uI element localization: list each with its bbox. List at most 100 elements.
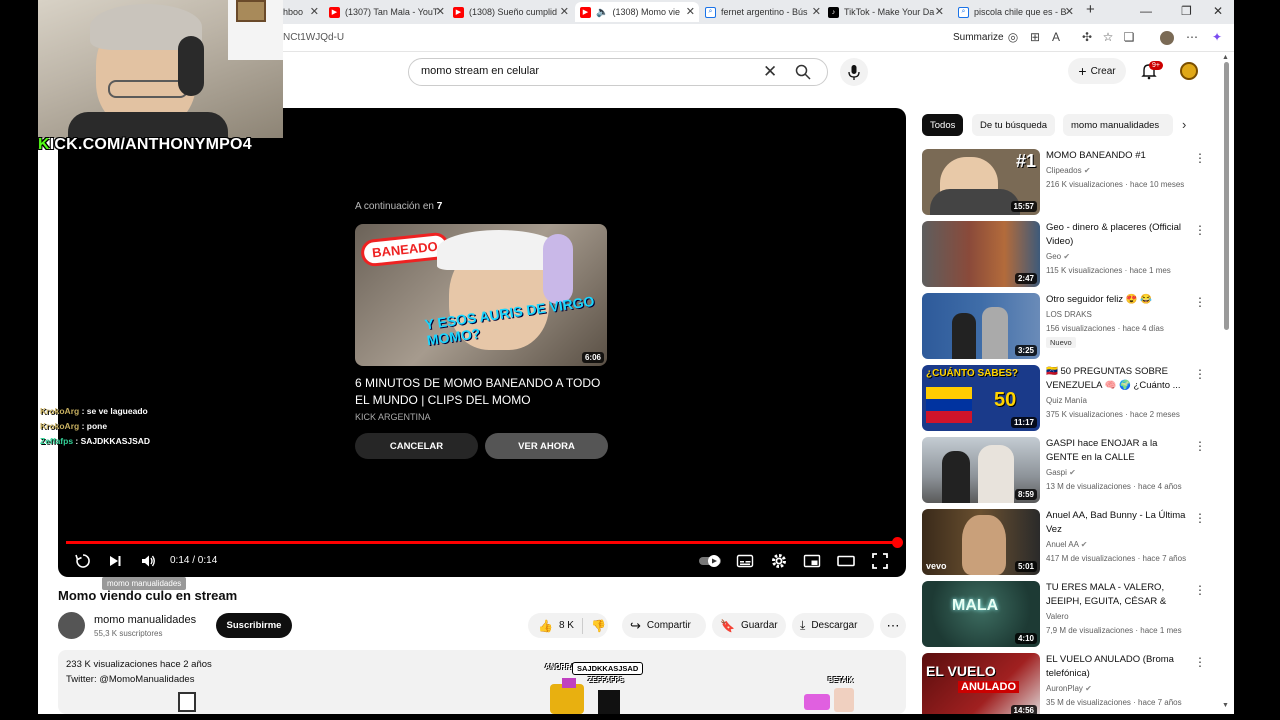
- close-icon[interactable]: ✕: [310, 5, 319, 18]
- video-player[interactable]: A continuación en 7 BANEADO Y ESOS AURIS…: [58, 108, 906, 577]
- browser-tab[interactable]: ⌕ piscola chile que es - B ✕: [958, 2, 1074, 22]
- extensions-icon[interactable]: ✣: [1080, 30, 1094, 44]
- more-icon[interactable]: ⋯: [1185, 30, 1199, 44]
- reader-icon[interactable]: ⊞: [1028, 30, 1042, 44]
- close-icon[interactable]: ✕: [935, 5, 944, 18]
- video-thumbnail[interactable]: EL VUELO ANULADO 14:56: [922, 653, 1040, 714]
- like-button[interactable]: 👍 8 K: [528, 619, 574, 633]
- recommendation-meta: 375 K visualizaciones · hace 2 meses: [1046, 410, 1180, 419]
- chip-momo-manualidades[interactable]: momo manualidades: [1063, 114, 1173, 136]
- miniplayer-icon[interactable]: [803, 552, 821, 570]
- volume-icon[interactable]: [139, 552, 157, 570]
- share-button[interactable]: ↪ Compartir: [622, 613, 706, 638]
- favorites-icon[interactable]: ☆: [1101, 30, 1115, 44]
- subtitles-icon[interactable]: [736, 552, 754, 570]
- channel-avatar[interactable]: [58, 612, 85, 639]
- fullscreen-icon[interactable]: [871, 552, 889, 570]
- more-vert-icon[interactable]: ⋮: [1194, 655, 1206, 669]
- channel-name[interactable]: momo manualidades: [94, 614, 196, 626]
- browser-tab[interactable]: hboo ✕: [283, 2, 319, 22]
- theater-mode-icon[interactable]: [837, 552, 855, 570]
- scrollbar[interactable]: [1224, 62, 1229, 330]
- cancel-button[interactable]: CANCELAR: [355, 433, 478, 459]
- save-button[interactable]: 🔖 Guardar: [712, 613, 786, 638]
- verified-icon: ✔: [1069, 468, 1076, 477]
- more-vert-icon[interactable]: ⋮: [1194, 223, 1206, 237]
- watch-now-button[interactable]: VER AHORA: [485, 433, 608, 459]
- browser-tab[interactable]: ▶ (1308) Sueño cumplid ✕: [453, 2, 569, 22]
- more-actions-button[interactable]: ⋯: [880, 613, 906, 638]
- next-icon[interactable]: [106, 552, 124, 570]
- scroll-up-icon[interactable]: ▲: [1222, 54, 1229, 61]
- more-vert-icon[interactable]: ⋮: [1194, 511, 1206, 525]
- search-box[interactable]: ✕: [408, 58, 828, 86]
- duration-badge: 6:06: [581, 352, 604, 363]
- close-icon[interactable]: ✕: [686, 5, 695, 18]
- recommendation-item[interactable]: MALA 4:10 TU ERES MALA - VALERO, JEEIPH,…: [922, 581, 1206, 649]
- close-window-button[interactable]: ✕: [1213, 4, 1223, 18]
- search-icon[interactable]: [795, 64, 811, 80]
- more-vert-icon[interactable]: ⋮: [1194, 151, 1206, 165]
- summarize-icon[interactable]: ◎: [1006, 30, 1020, 44]
- progress-bar[interactable]: [66, 537, 903, 548]
- upnext-title[interactable]: 6 MINUTOS DE MOMO BANEANDO A TODO EL MUN…: [355, 375, 607, 409]
- upnext-thumbnail[interactable]: BANEADO Y ESOS AURIS DE VIRGO MOMO? 6:06: [355, 224, 607, 366]
- upnext-label: A continuación en 7: [355, 201, 443, 212]
- video-thumbnail[interactable]: 3:25: [922, 293, 1040, 359]
- progress-scrubber[interactable]: [892, 537, 903, 548]
- close-icon[interactable]: ✕: [1065, 5, 1074, 18]
- recommendation-item[interactable]: ¿CUÁNTO SABES? 50 11:17 🇻🇪 50 PREGUNTAS …: [922, 365, 1206, 433]
- browser-tab-active[interactable]: ▶ 🔈 (1308) Momo vie ✕: [575, 2, 699, 22]
- video-thumbnail[interactable]: #1 15:57: [922, 149, 1040, 215]
- recommendation-item[interactable]: 3:25 Otro seguidor feliz 😍 😂 LOS DRAKS 1…: [922, 293, 1206, 361]
- download-button[interactable]: ⤓ Descargar: [792, 613, 874, 638]
- browser-tab[interactable]: ▶ (1307) Tan Mala - YouT ✕: [329, 2, 445, 22]
- video-thumbnail[interactable]: 8:59: [922, 437, 1040, 503]
- new-tab-button[interactable]: +: [1086, 1, 1095, 18]
- replay-icon[interactable]: [74, 552, 92, 570]
- recommendation-title: 🇻🇪 50 PREGUNTAS SOBRE VENEZUELA 🧠 🌍 ¿Cuá…: [1046, 366, 1181, 391]
- video-thumbnail[interactable]: MALA 4:10: [922, 581, 1040, 647]
- create-button[interactable]: + Crear: [1068, 58, 1126, 84]
- pixel-sprite: [598, 690, 620, 714]
- autoplay-toggle[interactable]: [698, 552, 724, 570]
- summarize-button[interactable]: Summarize: [953, 32, 1004, 43]
- recommendation-item[interactable]: EL VUELO ANULADO 14:56 EL VUELO ANULADO …: [922, 653, 1206, 714]
- chevron-right-icon[interactable]: ›: [1182, 117, 1186, 132]
- copilot-icon[interactable]: ✦: [1210, 30, 1224, 44]
- chip-todos[interactable]: Todos: [922, 114, 964, 136]
- minimize-button[interactable]: —: [1140, 4, 1152, 18]
- scroll-down-icon[interactable]: ▼: [1222, 702, 1229, 709]
- subscribe-button[interactable]: Suscribirme: [216, 613, 292, 638]
- close-icon[interactable]: ✕: [560, 5, 569, 18]
- browser-tab[interactable]: ⌕ fernet argentino - Bús ✕: [705, 2, 821, 22]
- url-text[interactable]: NCt1WJQd-U: [283, 32, 344, 43]
- settings-icon[interactable]: [770, 552, 788, 570]
- browser-tab[interactable]: ♪ TikTok - Make Your Da ✕: [828, 2, 944, 22]
- collections-icon[interactable]: ❏: [1122, 30, 1136, 44]
- microphone-button[interactable]: [840, 58, 868, 86]
- aa-icon[interactable]: A: [1049, 30, 1063, 44]
- more-vert-icon[interactable]: ⋮: [1194, 583, 1206, 597]
- close-icon[interactable]: ✕: [812, 5, 821, 18]
- more-vert-icon[interactable]: ⋮: [1194, 295, 1206, 309]
- more-vert-icon[interactable]: ⋮: [1194, 439, 1206, 453]
- recommendation-item[interactable]: 8:59 GASPI hace ENOJAR a la GENTE en la …: [922, 437, 1206, 505]
- chip-de-tu-busqueda[interactable]: De tu búsqueda: [972, 114, 1056, 136]
- recommendation-item[interactable]: vevo 5:01 Anuel AA, Bad Bunny - La Últim…: [922, 509, 1206, 577]
- search-input[interactable]: [421, 65, 751, 77]
- video-thumbnail[interactable]: 2:47: [922, 221, 1040, 287]
- thumbs-down-icon[interactable]: 👎: [591, 619, 606, 633]
- search-icon: ⌕: [705, 6, 716, 18]
- recommendation-item[interactable]: #1 15:57 MOMO BANEANDO #1 Clipeados ✔ 21…: [922, 149, 1206, 217]
- speaker-icon[interactable]: 🔈: [596, 7, 608, 18]
- close-icon[interactable]: ✕: [763, 62, 777, 82]
- close-icon[interactable]: ✕: [436, 5, 445, 18]
- video-thumbnail[interactable]: vevo 5:01: [922, 509, 1040, 575]
- recommendation-item[interactable]: 2:47 Geo - dinero & placeres (Official V…: [922, 221, 1206, 289]
- avatar[interactable]: [1180, 62, 1198, 80]
- more-vert-icon[interactable]: ⋮: [1194, 367, 1206, 381]
- video-thumbnail[interactable]: ¿CUÁNTO SABES? 50 11:17: [922, 365, 1040, 431]
- restore-button[interactable]: ❐: [1181, 4, 1192, 18]
- profile-avatar[interactable]: [1160, 31, 1174, 45]
